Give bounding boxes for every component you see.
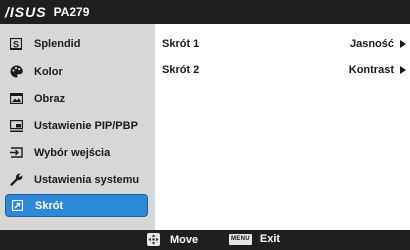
wrench-icon [9, 173, 23, 187]
input-icon [9, 146, 23, 160]
palette-icon [9, 65, 23, 79]
sidebar-item-obraz[interactable]: Obraz [5, 87, 148, 110]
content-panel: Skrót 1 Jasność Skrót 2 Kontrast [155, 24, 410, 230]
shortcut-1-value: Jasność [349, 38, 394, 50]
sidebar-item-label: Obraz [34, 92, 66, 105]
sidebar-item-label: Ustawienia systemu [34, 173, 140, 186]
sidebar-item-system-settings[interactable]: Ustawienia systemu [5, 168, 148, 191]
model-name: PA279 [53, 5, 90, 19]
sidebar-menu: S Splendid Kolor Obraz Ustawienie PIP/PB… [0, 24, 155, 230]
exit-label: Exit [259, 233, 281, 245]
sidebar-item-label: Wybór wejścia [34, 146, 111, 159]
sidebar-item-label: Kolor [34, 65, 63, 78]
pip-icon [9, 119, 23, 133]
shortcut-2-value: Kontrast [348, 64, 394, 76]
asus-logo: /ISUS [5, 4, 47, 20]
status-bar: Move MENU Exit [0, 230, 410, 250]
shortcut-icon [10, 199, 24, 213]
move-hint: Move [147, 233, 198, 246]
sidebar-item-kolor[interactable]: Kolor [5, 60, 148, 83]
image-icon [9, 92, 23, 106]
sidebar-item-label: Ustawienie PIP/PBP [34, 119, 138, 132]
menu-key-icon: MENU [229, 233, 252, 245]
shortcut-1-label: Skrót 1 [162, 38, 200, 50]
osd-window: /ISUS PA279 S Splendid Kolor Obraz Ustaw… [0, 0, 410, 250]
sidebar-item-splendid[interactable]: S Splendid [5, 32, 148, 55]
shortcut-1-row[interactable]: Skrót 1 Jasność [162, 34, 407, 54]
sidebar-item-label: Splendid [34, 37, 81, 50]
sidebar-item-shortcut[interactable]: Skrót [5, 194, 148, 217]
move-label: Move [170, 233, 199, 246]
title-bar: /ISUS PA279 [0, 0, 410, 24]
sidebar-item-pip-pbp[interactable]: Ustawienie PIP/PBP [5, 114, 148, 137]
shortcut-2-row[interactable]: Skrót 2 Kontrast [162, 60, 407, 80]
shortcut-2-label: Skrót 2 [162, 64, 200, 76]
arrow-right-icon [400, 40, 406, 48]
sidebar-item-input-select[interactable]: Wybór wejścia [5, 141, 148, 164]
exit-hint: MENU Exit [229, 233, 280, 245]
arrow-right-icon [400, 66, 406, 74]
joystick-icon [147, 233, 160, 246]
splendid-s-icon: S [9, 37, 23, 51]
sidebar-item-label: Skrót [35, 199, 64, 212]
